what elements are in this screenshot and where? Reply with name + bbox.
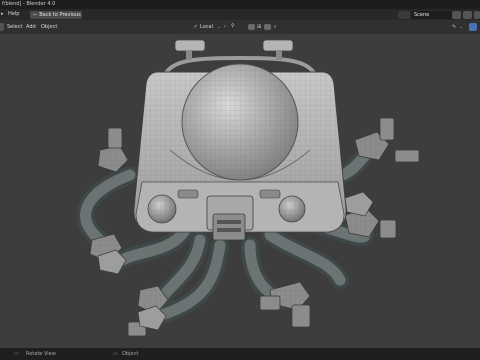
octopus-robot-model <box>76 39 420 337</box>
menu-arrow-icon[interactable]: ▸ <box>1 11 4 17</box>
window-title: f/blend] - Blender 4.0 <box>2 1 56 7</box>
chevron-down-icon[interactable]: ⌄ <box>459 24 463 30</box>
orientation-icon: ↗ <box>193 24 198 30</box>
scene-icon[interactable] <box>398 10 410 19</box>
chevron-down-icon[interactable]: ⌄ <box>217 24 221 30</box>
status-left-hint: Rotate View <box>26 351 56 357</box>
falloff-icon[interactable]: ∧ <box>273 24 277 30</box>
menu-select[interactable]: Select <box>7 24 22 30</box>
scene-selector[interactable]: Scene <box>411 10 453 19</box>
pivot-icon[interactable]: ⚬ <box>223 24 227 30</box>
gizmo-toggle-icon[interactable] <box>469 23 477 31</box>
proportional-edit-icon[interactable] <box>264 24 271 30</box>
status-bar: ▭ Rotate View ▭ Object <box>0 348 480 360</box>
visibility-icon[interactable]: ✎ <box>452 24 456 30</box>
new-scene-icon[interactable] <box>452 10 461 19</box>
editor-type-icon[interactable] <box>0 23 4 31</box>
scene-name: Scene <box>414 11 430 18</box>
top-bar: ▸ Help ⇐ Back to Previous Scene <box>0 9 480 20</box>
status-right-hint: Object <box>122 351 139 357</box>
menu-add[interactable]: Add <box>26 24 36 30</box>
viewport-header: Select Add Object ↗ Local ⌄ ⚬ ⚲ ⊞ ∧ ✎ ⌄ <box>0 20 480 34</box>
3d-viewport[interactable] <box>0 34 480 348</box>
snap-icon[interactable]: ⚲ <box>231 23 235 29</box>
menu-help[interactable]: Help <box>8 11 19 17</box>
window-titlebar: f/blend] - Blender 4.0 <box>0 0 480 9</box>
back-to-previous-button[interactable]: ⇐ Back to Previous <box>30 10 82 19</box>
delete-scene-icon[interactable] <box>474 10 480 19</box>
snap-toggle-icon[interactable] <box>248 24 255 30</box>
orientation-dropdown[interactable]: Local <box>200 24 213 30</box>
mouse-icon: ▭ <box>113 351 118 357</box>
snap-target-icon[interactable]: ⊞ <box>257 24 261 30</box>
back-to-previous-label: Back to Previous <box>39 11 81 18</box>
back-arrow-icon: ⇐ <box>33 11 38 18</box>
robot-body <box>133 63 347 241</box>
mouse-icon: ▭ <box>14 351 19 357</box>
menu-object[interactable]: Object <box>41 24 57 30</box>
copy-scene-icon[interactable] <box>463 10 472 19</box>
